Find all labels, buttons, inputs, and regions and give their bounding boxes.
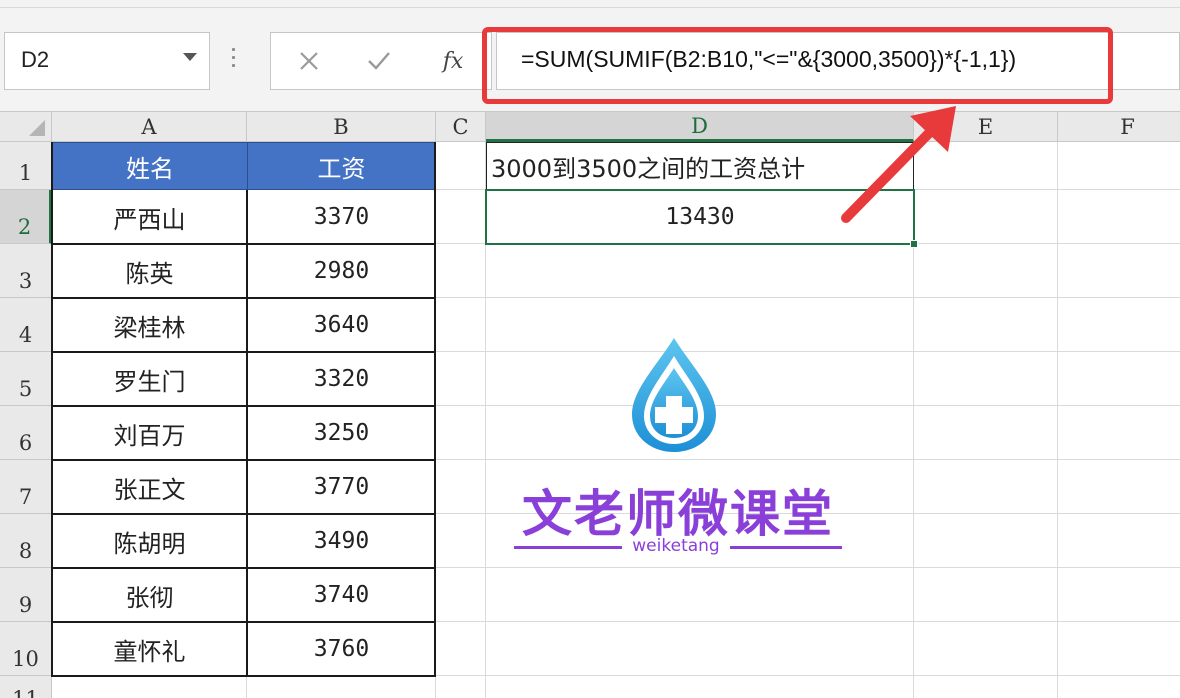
table-row-salary[interactable]: 3320 <box>247 352 436 406</box>
enter-button[interactable] <box>359 43 399 79</box>
column-header-b[interactable]: B <box>247 112 436 142</box>
formula-highlight-box <box>482 27 1113 104</box>
name-box-value: D2 <box>21 47 50 72</box>
row-header-3[interactable]: 3 <box>0 244 52 298</box>
cancel-button[interactable] <box>289 43 329 79</box>
table-row-salary[interactable]: 3640 <box>247 298 436 352</box>
water-drop-cross-icon <box>632 338 716 452</box>
chevron-down-icon[interactable] <box>183 53 197 61</box>
table-border <box>51 513 436 515</box>
formula-buttons: fx <box>270 32 492 90</box>
table-row-name[interactable]: 严西山 <box>52 190 247 244</box>
ribbon-remnant <box>0 0 1180 8</box>
formula-bar-area: D2 fx =SUM(SUMIF(B2:B10,"<="&{3000,3500}… <box>0 8 1180 112</box>
table-row-salary[interactable]: 3760 <box>247 622 436 676</box>
table-row-salary[interactable]: 2980 <box>247 244 436 298</box>
table-row-name[interactable]: 童怀礼 <box>52 622 247 676</box>
row-header-7[interactable]: 7 <box>0 460 52 514</box>
check-icon <box>368 52 390 70</box>
table-row-name[interactable]: 张正文 <box>52 460 247 514</box>
row-header-5[interactable]: 5 <box>0 352 52 406</box>
watermark-logo: 文老师微课堂 weiketang <box>508 334 848 574</box>
table-border <box>51 297 436 299</box>
table-border <box>51 675 436 677</box>
table-border <box>51 459 436 461</box>
table-border <box>434 142 436 676</box>
table-row-name[interactable]: 刘百万 <box>52 406 247 460</box>
red-arrow-icon <box>841 106 956 223</box>
table-border <box>246 190 248 676</box>
row-header-10[interactable]: 10 <box>0 622 52 676</box>
table-row-name[interactable]: 罗生门 <box>52 352 247 406</box>
select-all-button[interactable] <box>0 112 52 142</box>
select-all-triangle-icon <box>29 120 45 136</box>
name-box[interactable]: D2 <box>4 32 210 90</box>
table-row-salary[interactable]: 3490 <box>247 514 436 568</box>
row-header-11[interactable]: 11 <box>0 676 52 698</box>
table-row-salary[interactable]: 3250 <box>247 406 436 460</box>
fill-handle[interactable] <box>910 240 918 248</box>
table-row-name[interactable]: 陈胡明 <box>52 514 247 568</box>
row-header-4[interactable]: 4 <box>0 298 52 352</box>
row-header-1[interactable]: 1 <box>0 142 52 190</box>
column-header-c[interactable]: C <box>436 112 486 142</box>
table-border <box>51 405 436 407</box>
table-border <box>51 243 436 245</box>
row-header-9[interactable]: 9 <box>0 568 52 622</box>
worksheet[interactable]: A B C D E F 1 2 3 4 5 6 7 8 9 10 11 姓名 工… <box>0 112 1180 698</box>
insert-function-button[interactable]: fx <box>431 43 475 79</box>
watermark-divider <box>730 546 842 549</box>
watermark-divider <box>514 546 622 549</box>
cell-a1[interactable]: 姓名 <box>52 142 248 190</box>
table-row-salary[interactable]: 3370 <box>247 190 436 244</box>
row-header-2[interactable]: 2 <box>0 190 52 244</box>
table-border <box>51 351 436 353</box>
column-header-f[interactable]: F <box>1058 112 1180 142</box>
fx-icon: fx <box>442 48 464 74</box>
table-row-name[interactable]: 陈英 <box>52 244 247 298</box>
cell-b1[interactable]: 工资 <box>247 142 436 190</box>
table-row-name[interactable]: 梁桂林 <box>52 298 247 352</box>
table-row-salary[interactable]: 3770 <box>247 460 436 514</box>
table-border <box>51 567 436 569</box>
table-border <box>51 142 53 676</box>
table-row-name[interactable]: 张彻 <box>52 568 247 622</box>
table-row-salary[interactable]: 3740 <box>247 568 436 622</box>
row-header-8[interactable]: 8 <box>0 514 52 568</box>
table-border <box>51 621 436 623</box>
watermark-subtitle: weiketang <box>632 536 720 556</box>
column-header-a[interactable]: A <box>52 112 247 142</box>
x-icon <box>300 52 318 70</box>
row-header-6[interactable]: 6 <box>0 406 52 460</box>
grip-icon[interactable] <box>232 48 236 74</box>
